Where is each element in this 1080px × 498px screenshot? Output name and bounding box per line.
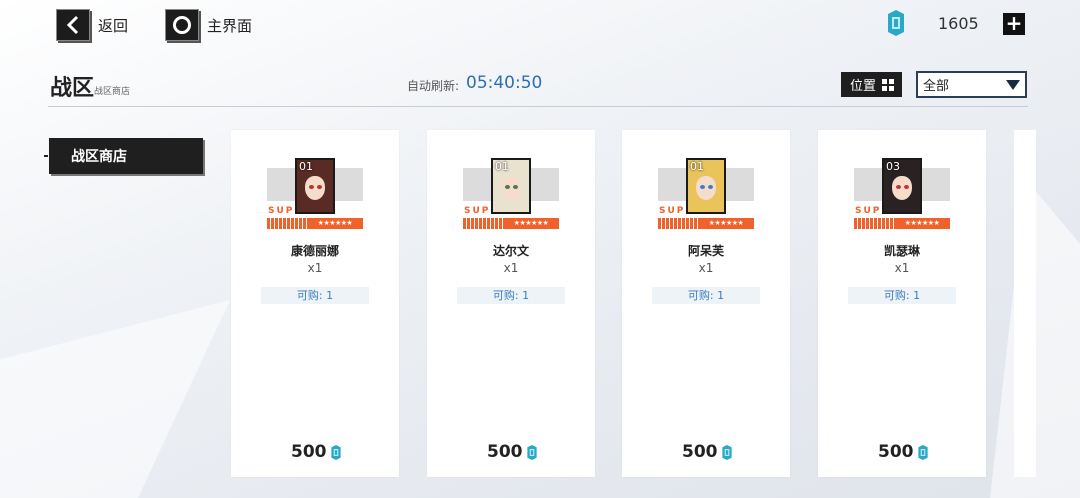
character-portrait: 03 (882, 158, 922, 214)
sidebar-tab-label: 战区商店 (71, 149, 127, 165)
purchase-limit: 可购: 1 (652, 287, 760, 304)
item-price: 500 (487, 442, 539, 462)
item-name: 阿呆芙 (687, 244, 724, 258)
portrait-face (501, 176, 521, 200)
item-name: 康德丽娜 (290, 244, 339, 258)
item-name: 凯瑟琳 (883, 244, 920, 258)
rarity-stars: ★★★★★★ (307, 218, 363, 229)
rarity-stars: ★★★★★★ (894, 218, 950, 229)
portrait-face (305, 176, 325, 200)
item-price: 500 (291, 442, 343, 462)
shop-item-card[interactable]: SUPPLY ★★★★★★ 01 康德丽娜 x1 可购: 1 500 (231, 130, 399, 477)
currency-crystal-icon (917, 444, 928, 460)
currency-crystal-icon (888, 10, 904, 36)
item-price: 500 (878, 442, 930, 462)
shop-item-card[interactable]: SUPPLY ★★★★★★ 01 达尔文 x1 可购: 1 500 (427, 130, 595, 477)
currency-crystal-icon (526, 444, 537, 460)
portrait-eye (309, 185, 314, 189)
rarity-stars: ★★★★★★ (503, 218, 559, 229)
sort-position-button[interactable]: 位置 (841, 72, 902, 97)
item-portrait-area: SUPPLY ★★★★★★ 03 (854, 158, 950, 230)
grid-icon (882, 78, 895, 91)
portrait-eye (708, 185, 713, 189)
item-portrait-area: SUPPLY ★★★★★★ 01 (658, 158, 754, 230)
item-quantity: x1 (698, 261, 714, 275)
item-portrait-area: SUPPLY ★★★★★★ 01 (267, 158, 363, 230)
character-portrait: 01 (295, 158, 335, 214)
sidebar-marker (44, 155, 48, 157)
portrait-eye (505, 185, 510, 189)
home-circle-icon (165, 9, 199, 41)
portrait-face (696, 176, 716, 200)
rarity-stars: ★★★★★★ (698, 218, 754, 229)
price-value: 500 (487, 442, 523, 462)
page-title: 战区 (50, 76, 95, 101)
back-arrow-icon (56, 9, 90, 41)
filter-value: 全部 (923, 79, 950, 94)
item-portrait-area: SUPPLY ★★★★★★ 01 (463, 158, 559, 230)
item-quantity: x1 (894, 261, 910, 275)
item-name: 达尔文 (492, 244, 529, 258)
item-quantity: x1 (307, 261, 323, 275)
header-divider (48, 106, 1028, 107)
page-subtitle: 战区商店 (94, 87, 131, 97)
portrait-number: 01 (495, 160, 509, 173)
page-header: 战区 战区商店 自动刷新: 05:40:50 位置 全部 (0, 62, 1080, 108)
portrait-number: 03 (886, 160, 900, 173)
portrait-eye (700, 185, 705, 189)
shop-item-card-partial[interactable] (1014, 130, 1036, 477)
shop-item-card[interactable]: SUPPLY ★★★★★★ 01 阿呆芙 x1 可购: 1 500 (622, 130, 790, 477)
back-button[interactable]: 返回 (56, 9, 128, 41)
character-portrait: 01 (491, 158, 531, 214)
currency-display: 1605 (884, 10, 979, 36)
character-portrait: 01 (686, 158, 726, 214)
back-label: 返回 (98, 16, 129, 35)
filter-dropdown[interactable]: 全部 (916, 71, 1027, 98)
portrait-number: 01 (690, 160, 704, 173)
purchase-limit: 可购: 1 (848, 287, 956, 304)
price-value: 500 (878, 442, 914, 462)
add-currency-button[interactable]: + (1003, 13, 1025, 35)
sidebar-tab-shop[interactable]: 战区商店 (49, 138, 203, 174)
refresh-timer: 05:40:50 (466, 73, 543, 93)
portrait-face (892, 176, 912, 200)
portrait-number: 01 (299, 160, 313, 173)
top-bar: 返回 主界面 1605 + (0, 0, 1080, 50)
portrait-eye (513, 185, 518, 189)
home-button[interactable]: 主界面 (165, 9, 252, 41)
sort-label: 位置 (850, 79, 877, 94)
portrait-eye (904, 185, 909, 189)
price-value: 500 (682, 442, 718, 462)
refresh-label: 自动刷新: (407, 79, 460, 93)
currency-crystal-icon (721, 444, 732, 460)
shop-item-card[interactable]: SUPPLY ★★★★★★ 03 凯瑟琳 x1 可购: 1 500 (818, 130, 986, 477)
currency-value: 1605 (938, 13, 979, 33)
purchase-limit: 可购: 1 (457, 287, 565, 304)
item-price: 500 (682, 442, 734, 462)
portrait-eye (317, 185, 322, 189)
portrait-eye (896, 185, 901, 189)
currency-crystal-icon (330, 444, 341, 460)
item-quantity: x1 (503, 261, 519, 275)
home-label: 主界面 (207, 16, 253, 35)
purchase-limit: 可购: 1 (261, 287, 369, 304)
price-value: 500 (291, 442, 327, 462)
background-shard (0, 300, 230, 498)
dropdown-arrow-icon (1006, 80, 1020, 90)
